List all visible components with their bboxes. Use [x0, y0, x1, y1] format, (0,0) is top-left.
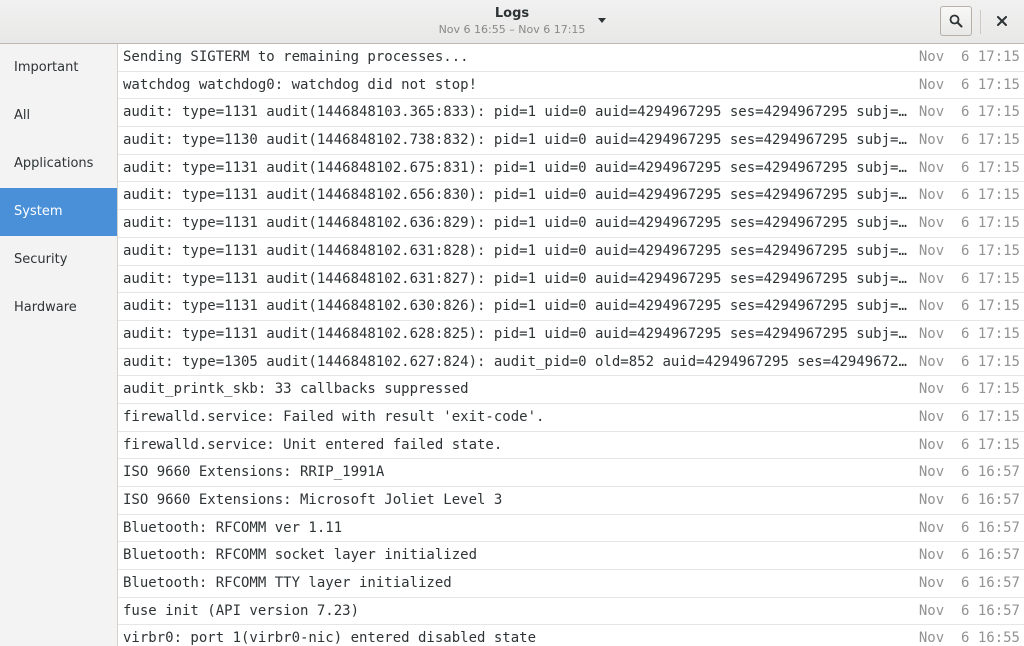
log-message: ISO 9660 Extensions: Microsoft Joliet Le… [123, 492, 503, 508]
log-message: audit_printk_skb: 33 callbacks suppresse… [123, 381, 469, 398]
log-row[interactable]: audit: type=1131 audit(1446848102.631:82… [118, 238, 1024, 266]
log-message: audit: type=1131 audit(1446848102.656:83… [123, 187, 911, 204]
log-timestamp: Nov 6 17:15 [918, 298, 1020, 315]
log-message: audit: type=1130 audit(1446848102.738:83… [123, 132, 911, 149]
category-sidebar: Important All Applications System Security Ha… [0, 44, 118, 646]
log-timestamp: Nov 6 16:57 [918, 547, 1020, 564]
log-timestamp: Nov 6 17:15 [918, 159, 1020, 176]
log-row[interactable]: watchdog watchdog0: watchdog did not sto… [118, 72, 1024, 100]
log-timestamp: Nov 6 17:15 [918, 408, 1020, 425]
log-timestamp: Nov 6 16:57 [918, 519, 1020, 536]
close-button[interactable] [988, 6, 1016, 36]
log-timestamp: Nov 6 17:15 [918, 104, 1020, 121]
log-timestamp: Nov 6 17:15 [918, 76, 1020, 93]
sidebar-item-hardware[interactable]: Hardware [0, 284, 117, 332]
log-row[interactable]: fuse init (API version 7.23) Nov 6 16:57 [118, 598, 1024, 626]
log-timestamp: Nov 6 17:15 [918, 353, 1020, 370]
chevron-down-icon[interactable] [598, 18, 606, 23]
sidebar-item-label: Hardware [14, 300, 77, 315]
header-bar: Logs Nov 6 16:55 – Nov 6 17:15 [0, 0, 1024, 44]
log-timestamp: Nov 6 17:15 [918, 436, 1020, 453]
sidebar-item-label: Important [14, 60, 79, 75]
log-row[interactable]: Bluetooth: RFCOMM socket layer initializ… [118, 542, 1024, 571]
log-row[interactable]: firewalld.service: Unit entered failed s… [118, 432, 1024, 460]
log-timestamp: Nov 6 17:15 [918, 242, 1020, 259]
log-message: audit: type=1305 audit(1446848102.627:82… [123, 353, 911, 370]
log-message: Bluetooth: RFCOMM TTY layer initialized [123, 575, 452, 592]
log-message: fuse init (API version 7.23) [123, 602, 360, 619]
log-timestamp: Nov 6 16:57 [918, 575, 1020, 592]
log-message: firewalld.service: Unit entered failed s… [123, 436, 503, 453]
sidebar-item-label: Security [14, 252, 68, 267]
log-message: audit: type=1131 audit(1446848103.365:83… [123, 104, 911, 121]
log-message: firewalld.service: Failed with result 'e… [123, 408, 545, 425]
log-row[interactable]: ISO 9660 Extensions: RRIP_1991A Nov 6 16:… [118, 459, 1024, 487]
log-row[interactable]: Bluetooth: RFCOMM ver 1.11 Nov 6 16:57 [118, 515, 1024, 543]
log-timestamp: Nov 6 16:57 [918, 492, 1020, 508]
log-timestamp: Nov 6 17:15 [918, 187, 1020, 204]
log-row[interactable]: firewalld.service: Failed with result 'e… [118, 404, 1024, 432]
log-message: audit: type=1131 audit(1446848102.628:82… [123, 325, 911, 342]
log-timestamp: Nov 6 16:57 [918, 464, 1020, 481]
log-row[interactable]: audit: type=1131 audit(1446848102.656:83… [118, 182, 1024, 211]
log-timestamp: Nov 6 17:15 [918, 132, 1020, 149]
sidebar-item-all[interactable]: All [0, 92, 117, 140]
log-message: audit: type=1131 audit(1446848102.636:82… [123, 215, 911, 232]
log-row[interactable]: audit: type=1131 audit(1446848102.631:82… [118, 266, 1024, 294]
sidebar-item-label: All [14, 108, 31, 123]
log-message: audit: type=1131 audit(1446848102.675:83… [123, 159, 911, 176]
log-message: Sending SIGTERM to remaining processes..… [123, 49, 469, 65]
log-row[interactable]: audit_printk_skb: 33 callbacks suppresse… [118, 376, 1024, 404]
log-timestamp: Nov 6 17:15 [918, 325, 1020, 342]
log-row[interactable]: audit: type=1130 audit(1446848102.738:83… [118, 127, 1024, 155]
log-timestamp: Nov 6 17:15 [918, 270, 1020, 287]
log-row[interactable]: audit: type=1131 audit(1446848102.630:82… [118, 293, 1024, 321]
log-message: audit: type=1131 audit(1446848102.630:82… [123, 298, 911, 315]
log-timestamp: Nov 6 16:55 [918, 630, 1020, 646]
title-box[interactable]: Logs Nov 6 16:55 – Nov 6 17:15 [0, 5, 1024, 37]
sidebar-item-system[interactable]: System [0, 188, 117, 236]
sidebar-item-applications[interactable]: Applications [0, 140, 117, 188]
log-row[interactable]: audit: type=1131 audit(1446848102.628:82… [118, 321, 1024, 349]
close-icon [997, 16, 1007, 26]
log-row[interactable]: audit: type=1131 audit(1446848102.675:83… [118, 155, 1024, 183]
log-message: watchdog watchdog0: watchdog did not sto… [123, 76, 478, 93]
log-message: virbr0: port 1(virbr0-nic) entered disab… [123, 630, 537, 646]
log-message: audit: type=1131 audit(1446848102.631:82… [123, 270, 911, 287]
log-list[interactable]: Sending SIGTERM to remaining processes..… [118, 44, 1024, 646]
search-button[interactable] [940, 6, 972, 36]
window-title: Logs [494, 6, 530, 21]
sidebar-item-label: System [14, 204, 63, 219]
log-row[interactable]: ISO 9660 Extensions: Microsoft Joliet Le… [118, 487, 1024, 515]
log-timestamp: Nov 6 16:57 [918, 602, 1020, 619]
log-row[interactable]: audit: type=1131 audit(1446848103.365:83… [118, 99, 1024, 128]
log-row[interactable]: virbr0: port 1(virbr0-nic) entered disab… [118, 625, 1024, 646]
log-timestamp: Nov 6 17:15 [918, 215, 1020, 232]
log-message: audit: type=1131 audit(1446848102.631:82… [123, 242, 911, 259]
logs-window: Logs Nov 6 16:55 – Nov 6 17:15 Important… [0, 0, 1024, 646]
log-message: Bluetooth: RFCOMM socket layer initializ… [123, 547, 478, 564]
time-range-subtitle: Nov 6 16:55 – Nov 6 17:15 [438, 23, 586, 36]
log-message: Bluetooth: RFCOMM ver 1.11 [123, 519, 343, 536]
sidebar-item-label: Applications [14, 156, 94, 171]
sidebar-item-important[interactable]: Important [0, 44, 117, 92]
sidebar-item-security[interactable]: Security [0, 236, 117, 284]
log-timestamp: Nov 6 17:15 [918, 381, 1020, 398]
log-row[interactable]: audit: type=1305 audit(1446848102.627:82… [118, 349, 1024, 377]
log-row[interactable]: Sending SIGTERM to remaining processes..… [118, 44, 1024, 72]
log-row[interactable]: audit: type=1131 audit(1446848102.636:82… [118, 210, 1024, 238]
log-message: ISO 9660 Extensions: RRIP_1991A [123, 464, 385, 481]
search-icon [949, 14, 963, 28]
log-row[interactable]: Bluetooth: RFCOMM TTY layer initialized N… [118, 570, 1024, 598]
header-separator [980, 10, 981, 34]
log-timestamp: Nov 6 17:15 [918, 49, 1020, 65]
